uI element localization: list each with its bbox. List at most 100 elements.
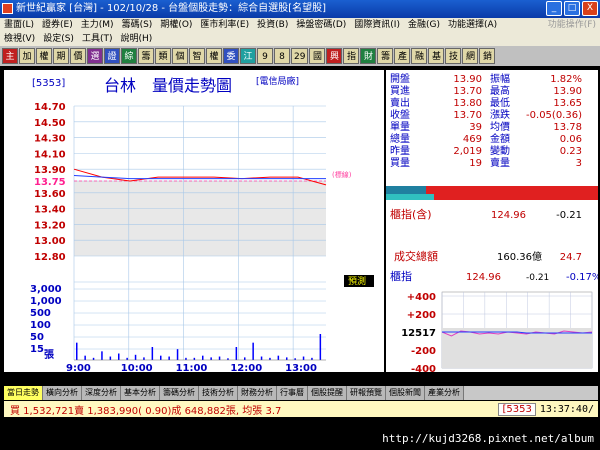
toolbar-button-0[interactable]: 主 bbox=[2, 48, 18, 64]
toolbar-button-23[interactable]: 產 bbox=[394, 48, 411, 64]
menu2-item-1[interactable]: 設定(S) bbox=[43, 32, 74, 46]
volume-bar bbox=[260, 356, 263, 360]
window-title: 新世紀贏家 [台灣] - 102/10/28 - 台盤個股走勢：綜合自選股[名望… bbox=[16, 3, 326, 14]
toolbar-button-25[interactable]: 基 bbox=[428, 48, 445, 64]
tab-9[interactable]: 研報預覽 bbox=[347, 386, 386, 400]
window-controls: _ □ X bbox=[546, 1, 598, 16]
mini-shade bbox=[442, 328, 592, 368]
tab-6[interactable]: 財務分析 bbox=[238, 386, 277, 400]
menu-item-4[interactable]: 期權(O) bbox=[160, 18, 192, 32]
toolbar-button-20[interactable]: 指 bbox=[343, 48, 360, 64]
stock-code-input[interactable]: [5353 bbox=[498, 402, 536, 416]
menu-item-6[interactable]: 投資(B) bbox=[257, 18, 288, 32]
toolbar-button-2[interactable]: 權 bbox=[36, 48, 52, 64]
quote-value: 469 bbox=[463, 134, 482, 145]
menu-item-1[interactable]: 證券(E) bbox=[42, 18, 73, 32]
menu2-item-0[interactable]: 檢視(V) bbox=[4, 32, 35, 46]
toolbar-button-28[interactable]: 銷 bbox=[479, 48, 496, 64]
mini-tick-label: +200 bbox=[407, 310, 436, 321]
price-tick-label: 13.20 bbox=[34, 220, 66, 231]
volume-tick-label: 1,000 bbox=[30, 296, 62, 307]
menu-item-9[interactable]: 金融(G) bbox=[408, 18, 440, 32]
menu-item-10[interactable]: 功能選擇(A) bbox=[448, 18, 497, 32]
tab-3[interactable]: 基本分析 bbox=[121, 386, 160, 400]
maximize-button[interactable]: □ bbox=[564, 1, 580, 16]
menu-item-3[interactable]: 籌碼(S) bbox=[122, 18, 153, 32]
tab-5[interactable]: 技術分析 bbox=[199, 386, 238, 400]
chart-title: 量價走勢圖 bbox=[152, 76, 232, 95]
toolbar-button-3[interactable]: 期 bbox=[53, 48, 69, 64]
toolbar-button-1[interactable]: 加 bbox=[19, 48, 35, 64]
toolbar-button-6[interactable]: 證 bbox=[104, 48, 120, 64]
toolbar-button-24[interactable]: 融 bbox=[411, 48, 428, 64]
toolbar-button-9[interactable]: 類 bbox=[155, 48, 171, 64]
tab-8[interactable]: 個股提醒 bbox=[308, 386, 347, 400]
toolbar-button-14[interactable]: 江 bbox=[240, 48, 256, 64]
menu2-item-3[interactable]: 說明(H) bbox=[120, 32, 152, 46]
price-volume-chart-panel: [5353] 台林 量價走勢圖 [電信局廠] 14.70 14.50 14.30 14.10 1… bbox=[4, 70, 384, 374]
toolbar: 主加權期價選證綜籌類個智權委江 9 8 29 國興指財籌產融基技網銷 bbox=[0, 46, 600, 66]
quote-label: 賣出 bbox=[390, 96, 410, 109]
minimize-button[interactable]: _ bbox=[546, 1, 562, 16]
quote-value: -0.05(0.36) bbox=[526, 110, 582, 121]
toolbar-button-13[interactable]: 委 bbox=[223, 48, 239, 64]
toolbar-button-4[interactable]: 價 bbox=[70, 48, 86, 64]
menu-item-0[interactable]: 畫面(L) bbox=[4, 18, 34, 32]
toolbar-button-27[interactable]: 網 bbox=[462, 48, 479, 64]
clock: 13:37:40/ bbox=[539, 403, 594, 415]
volume-bar bbox=[202, 355, 204, 360]
menu-item-8[interactable]: 國際資訊(I) bbox=[354, 18, 400, 32]
ratio-bar-teal bbox=[386, 186, 426, 194]
menu-item-2[interactable]: 主力(M) bbox=[81, 18, 114, 32]
close-button[interactable]: X bbox=[582, 1, 598, 16]
mini-change: -0.21 bbox=[526, 273, 549, 283]
menu2-item-2[interactable]: 工具(T) bbox=[82, 32, 113, 46]
time-tick-label: 9:00 bbox=[66, 363, 91, 372]
menu-item-7[interactable]: 操盤密碼(D) bbox=[296, 18, 346, 32]
volume-bar bbox=[92, 357, 95, 360]
quote-value: 19 bbox=[469, 158, 482, 169]
quote-value: 2,019 bbox=[453, 146, 482, 157]
toolbar-button-5[interactable]: 選 bbox=[87, 48, 103, 64]
tab-2[interactable]: 深度分析 bbox=[82, 386, 121, 400]
volume-tick-label: 500 bbox=[30, 308, 51, 319]
tab-7[interactable]: 行事曆 bbox=[277, 386, 308, 400]
otc-change: -0.21 bbox=[556, 210, 582, 221]
menu-item-function-ops[interactable]: 功能操作(F) bbox=[548, 18, 600, 32]
toolbar-button-17[interactable]: 29 bbox=[291, 48, 309, 64]
toolbar-button-7[interactable]: 綜 bbox=[121, 48, 137, 64]
tab-10[interactable]: 個股新聞 bbox=[386, 386, 425, 400]
toolbar-button-22[interactable]: 籌 bbox=[377, 48, 394, 64]
toolbar-button-10[interactable]: 個 bbox=[172, 48, 188, 64]
quote-label: 開盤 bbox=[390, 72, 410, 85]
toolbar-button-12[interactable]: 權 bbox=[206, 48, 222, 64]
tab-1[interactable]: 橫向分析 bbox=[43, 386, 82, 400]
menu-item-5[interactable]: 匯市利率(E) bbox=[200, 18, 249, 32]
volume-bar bbox=[286, 357, 288, 360]
quote-label: 賣量 bbox=[490, 156, 510, 169]
menu-row-1: 畫面(L) 證券(E) 主力(M) 籌碼(S) 期權(O) 匯市利率(E) 投資(B) 操盤密… bbox=[0, 18, 600, 32]
toolbar-button-8[interactable]: 籌 bbox=[138, 48, 154, 64]
tab-4[interactable]: 籌碼分析 bbox=[160, 386, 199, 400]
toolbar-button-21[interactable]: 財 bbox=[360, 48, 377, 64]
mini-tick-label: +400 bbox=[407, 292, 436, 303]
price-tick-label: 14.70 bbox=[34, 102, 66, 113]
turnover-label: 成交總額 bbox=[394, 249, 438, 263]
toolbar-button-16[interactable]: 8 bbox=[274, 48, 290, 64]
mini-pct: -0.17% bbox=[566, 272, 598, 283]
quote-value: 13.65 bbox=[553, 98, 582, 109]
volume-tick-label: 50 bbox=[30, 332, 44, 343]
toolbar-button-18[interactable]: 國 bbox=[309, 48, 326, 64]
toolbar-button-11[interactable]: 智 bbox=[189, 48, 205, 64]
mini-value: 124.96 bbox=[466, 272, 501, 283]
tab-11[interactable]: 產業分析 bbox=[425, 386, 464, 400]
time-tick-label: 13:00 bbox=[285, 363, 317, 372]
toolbar-button-26[interactable]: 技 bbox=[445, 48, 462, 64]
tab-0[interactable]: 當日走勢 bbox=[4, 386, 43, 400]
toolbar-button-15[interactable]: 9 bbox=[257, 48, 273, 64]
predict-label[interactable]: 預測 bbox=[348, 275, 366, 287]
volume-bar bbox=[101, 351, 103, 360]
price-tick-label: 14.30 bbox=[34, 134, 66, 145]
stock-code: [5353] bbox=[32, 78, 65, 89]
toolbar-button-19[interactable]: 興 bbox=[326, 48, 343, 64]
